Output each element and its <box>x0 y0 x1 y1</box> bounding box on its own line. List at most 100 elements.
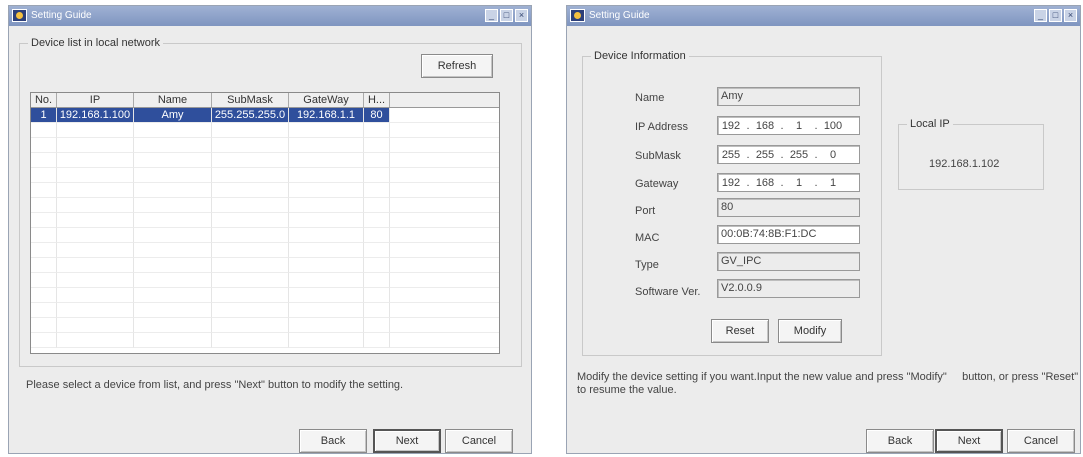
empty-cell <box>31 213 57 228</box>
empty-cell <box>31 333 57 348</box>
empty-cell <box>390 123 499 138</box>
type-label: Type <box>635 259 659 271</box>
empty-cell <box>212 243 289 258</box>
next-button[interactable]: Next <box>373 429 441 453</box>
close-icon[interactable]: × <box>515 9 528 22</box>
column-header-h[interactable]: H... <box>364 93 390 107</box>
cell-no: 1 <box>31 108 57 123</box>
empty-table-row <box>31 258 499 273</box>
empty-cell <box>364 153 390 168</box>
empty-cell <box>212 153 289 168</box>
empty-cell <box>212 318 289 333</box>
empty-cell <box>364 183 390 198</box>
window-title: Setting Guide <box>31 10 92 21</box>
column-header-gateway[interactable]: GateWay <box>289 93 364 107</box>
app-logo-icon <box>570 9 585 22</box>
close-icon[interactable]: × <box>1064 9 1077 22</box>
empty-cell <box>31 318 57 333</box>
empty-cell <box>364 258 390 273</box>
ip-octet-2: 168 <box>755 119 775 132</box>
ip-address-field[interactable]: 192. 168. 1. 100 <box>717 116 860 135</box>
refresh-button[interactable]: Refresh <box>421 54 493 78</box>
empty-cell <box>134 273 212 288</box>
empty-cell <box>289 138 364 153</box>
column-header-no[interactable]: No. <box>31 93 57 107</box>
empty-cell <box>212 183 289 198</box>
back-button[interactable]: Back <box>866 429 934 453</box>
empty-cell <box>364 198 390 213</box>
empty-cell <box>134 123 212 138</box>
port-label: Port <box>635 205 656 217</box>
empty-cell <box>134 303 212 318</box>
empty-rows <box>31 123 499 348</box>
empty-cell <box>390 213 499 228</box>
empty-cell <box>57 333 134 348</box>
mac-label: MAC <box>635 232 660 244</box>
gateway-label: Gateway <box>635 178 679 190</box>
maximize-icon[interactable]: □ <box>500 9 513 22</box>
minimize-icon[interactable]: _ <box>485 9 498 22</box>
submask-field[interactable]: 255. 255. 255. 0 <box>717 145 860 164</box>
gateway-field[interactable]: 192. 168. 1. 1 <box>717 173 860 192</box>
empty-cell <box>364 123 390 138</box>
column-header-submask[interactable]: SubMask <box>212 93 289 107</box>
mask-octet-4: 0 <box>829 148 837 161</box>
empty-cell <box>364 213 390 228</box>
next-button[interactable]: Next <box>935 429 1003 453</box>
cancel-button[interactable]: Cancel <box>1007 429 1075 453</box>
cell-submask: 255.255.255.0 <box>212 108 289 123</box>
type-field[interactable]: GV_IPC <box>717 252 860 271</box>
port-field[interactable]: 80 <box>717 198 860 217</box>
ip-address-label: IP Address <box>635 121 688 133</box>
cell-h: 80 <box>364 108 390 123</box>
empty-cell <box>364 318 390 333</box>
empty-cell <box>289 273 364 288</box>
table-row[interactable]: 1 192.168.1.100 Amy 255.255.255.0 192.16… <box>31 108 499 123</box>
empty-cell <box>134 183 212 198</box>
empty-cell <box>289 198 364 213</box>
empty-cell <box>212 123 289 138</box>
empty-cell <box>390 198 499 213</box>
empty-cell <box>134 153 212 168</box>
software-version-field[interactable]: V2.0.0.9 <box>717 279 860 298</box>
column-header-name[interactable]: Name <box>134 93 212 107</box>
cell-filler <box>390 108 499 123</box>
empty-cell <box>364 138 390 153</box>
maximize-icon[interactable]: □ <box>1049 9 1062 22</box>
title-bar: Setting Guide _ □ × <box>9 6 531 26</box>
empty-table-row <box>31 198 499 213</box>
mask-octet-3: 255 <box>789 148 809 161</box>
empty-cell <box>31 303 57 318</box>
device-info-group-label: Device Information <box>591 50 689 62</box>
empty-cell <box>57 303 134 318</box>
software-version-label: Software Ver. <box>635 286 701 298</box>
empty-cell <box>31 138 57 153</box>
empty-cell <box>390 228 499 243</box>
name-field[interactable]: Amy <box>717 87 860 106</box>
reset-button[interactable]: Reset <box>711 319 769 343</box>
empty-cell <box>134 333 212 348</box>
table-header: No. IP Name SubMask GateWay H... <box>31 93 499 108</box>
mac-field[interactable]: 00:0B:74:8B:F1:DC <box>717 225 860 244</box>
column-header-ip[interactable]: IP <box>57 93 134 107</box>
empty-cell <box>390 183 499 198</box>
empty-cell <box>57 318 134 333</box>
empty-cell <box>212 213 289 228</box>
back-button[interactable]: Back <box>299 429 367 453</box>
empty-cell <box>134 213 212 228</box>
cancel-button[interactable]: Cancel <box>445 429 513 453</box>
empty-cell <box>289 258 364 273</box>
empty-cell <box>134 318 212 333</box>
empty-cell <box>390 303 499 318</box>
empty-cell <box>364 288 390 303</box>
name-label: Name <box>635 92 665 104</box>
empty-cell <box>212 258 289 273</box>
minimize-icon[interactable]: _ <box>1034 9 1047 22</box>
empty-cell <box>57 138 134 153</box>
empty-cell <box>134 258 212 273</box>
gateway-octet-3: 1 <box>795 176 803 189</box>
empty-cell <box>212 198 289 213</box>
empty-cell <box>390 168 499 183</box>
empty-cell <box>212 168 289 183</box>
modify-button[interactable]: Modify <box>778 319 842 343</box>
